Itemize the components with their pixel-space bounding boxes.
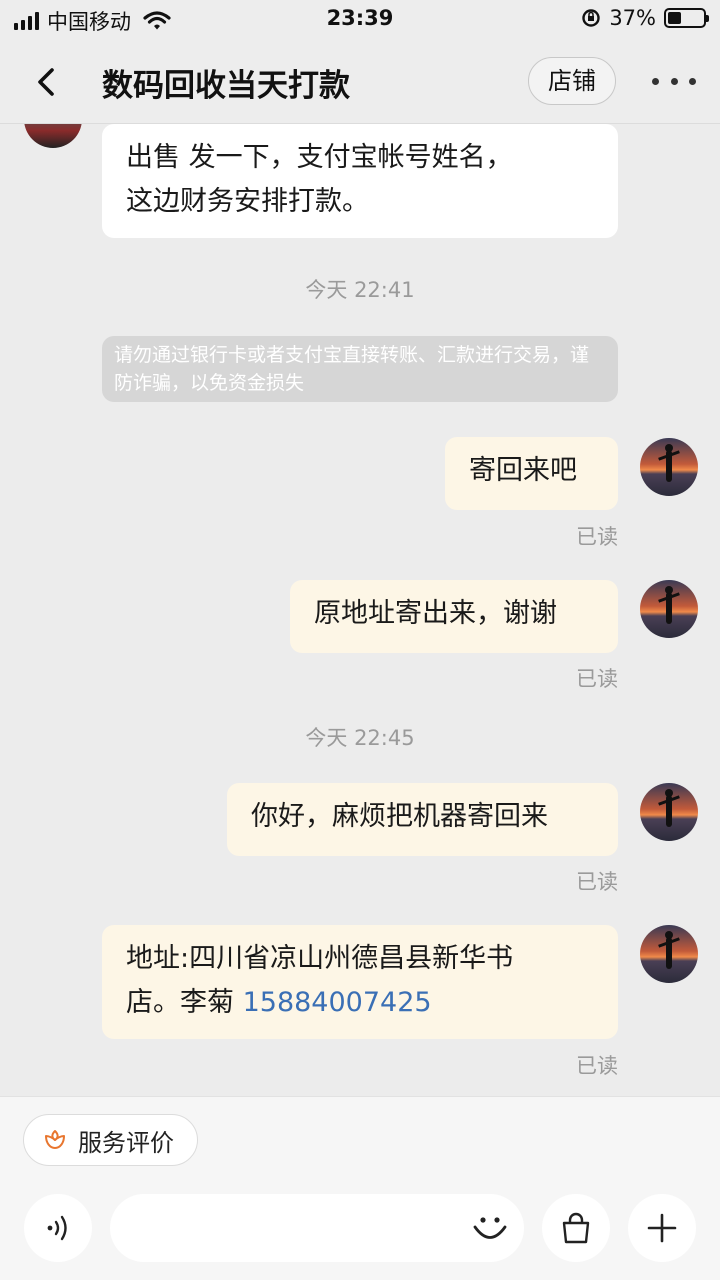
status-right: 37% bbox=[581, 6, 709, 30]
message-text-line: 店。李菊 15884007425 bbox=[126, 981, 594, 1025]
phone-link[interactable]: 15884007425 bbox=[243, 987, 432, 1018]
seller-avatar[interactable] bbox=[24, 124, 82, 148]
message-bubble-outgoing[interactable]: 寄回来吧 bbox=[445, 437, 618, 510]
message-text: 这边财务安排打款。 bbox=[126, 186, 369, 217]
read-status: 已读 bbox=[576, 525, 618, 549]
read-status: 已读 bbox=[576, 1054, 618, 1078]
timestamp: 今天 22:41 bbox=[305, 278, 415, 302]
message-bubble-outgoing[interactable]: 你好，麻烦把机器寄回来 bbox=[227, 783, 618, 856]
message-bubble-outgoing[interactable]: 地址:四川省凉山州德昌县新华书 店。李菊 15884007425 bbox=[102, 925, 618, 1039]
flower-icon bbox=[45, 1130, 65, 1149]
emoji-icon[interactable] bbox=[470, 1208, 510, 1248]
shop-button[interactable]: 店铺 bbox=[528, 57, 616, 105]
fraud-warning: 请勿通过银行卡或者支付宝直接转账、汇款进行交易，谨防诈骗，以免资金损失 bbox=[102, 336, 618, 402]
battery-percent: 37% bbox=[609, 6, 656, 30]
back-arrow-icon[interactable] bbox=[28, 62, 68, 102]
read-status: 已读 bbox=[576, 870, 618, 894]
user-avatar[interactable] bbox=[640, 783, 698, 841]
user-avatar[interactable] bbox=[640, 580, 698, 638]
message-text: 你好，麻烦把机器寄回来 bbox=[251, 801, 548, 832]
shopping-bag-icon bbox=[562, 1212, 590, 1244]
message-text: 店。李菊 bbox=[126, 987, 243, 1018]
battery-fill bbox=[668, 12, 681, 24]
voice-button[interactable] bbox=[24, 1194, 92, 1262]
more-functions-button[interactable] bbox=[628, 1194, 696, 1262]
message-text: 出售 发一下，支付宝帐号姓名， bbox=[126, 142, 513, 173]
voice-icon bbox=[47, 1215, 67, 1241]
user-avatar[interactable] bbox=[640, 438, 698, 496]
product-button[interactable] bbox=[542, 1194, 610, 1262]
bottom-bar: 服务评价 bbox=[0, 1096, 720, 1280]
timestamp: 今天 22:45 bbox=[305, 726, 415, 750]
message-text: 寄回来吧 bbox=[469, 455, 577, 486]
service-rating-button[interactable]: 服务评价 bbox=[23, 1114, 198, 1166]
message-input[interactable] bbox=[110, 1194, 524, 1262]
read-status: 已读 bbox=[576, 667, 618, 691]
message-text: 原地址寄出来，谢谢 bbox=[314, 598, 557, 629]
service-rating-label: 服务评价 bbox=[78, 1128, 174, 1157]
status-bar: 中国移动 23:39 37% bbox=[0, 0, 720, 40]
battery-icon bbox=[664, 8, 709, 28]
message-bubble-incoming[interactable]: 出售 发一下，支付宝帐号姓名， 这边财务安排打款。 bbox=[102, 124, 618, 238]
message-text: 地址:四川省凉山州德昌县新华书 bbox=[126, 943, 514, 974]
rotation-lock-icon bbox=[582, 9, 601, 27]
more-icon[interactable] bbox=[652, 70, 696, 92]
message-bubble-outgoing[interactable]: 原地址寄出来，谢谢 bbox=[290, 580, 618, 653]
page-title: 数码回收当天打款 bbox=[102, 68, 350, 104]
plus-icon bbox=[647, 1213, 677, 1243]
nav-bar: 数码回收当天打款 店铺 bbox=[0, 40, 720, 124]
user-avatar[interactable] bbox=[640, 925, 698, 983]
chat-area[interactable]: 出售 发一下，支付宝帐号姓名， 这边财务安排打款。 今天 22:41 请勿通过银… bbox=[0, 124, 720, 1096]
